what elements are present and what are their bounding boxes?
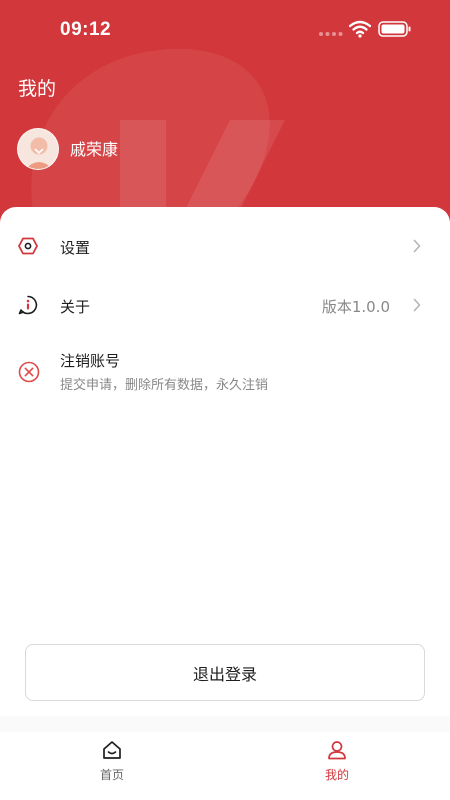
close-circle-icon [18, 361, 40, 383]
menu-item-subtitle: 提交申请，删除所有数据，永久注销 [60, 378, 269, 393]
user-name: 戚荣康 [70, 140, 119, 159]
status-time: 09:12 [60, 19, 112, 40]
tab-home[interactable]: 首页 [52, 732, 172, 800]
home-icon [103, 741, 121, 759]
menu-item-label: 关于 [60, 298, 91, 316]
menu-item-label: 注销账号 [60, 352, 121, 370]
avatar[interactable] [17, 128, 59, 170]
tab-mine[interactable]: 我的 [277, 732, 397, 800]
tab-label: 首页 [99, 768, 124, 782]
settings-icon [18, 237, 38, 255]
user-icon [328, 741, 346, 760]
info-icon [18, 295, 38, 315]
logout-button[interactable]: 退出登录 [25, 644, 425, 701]
menu-item-about[interactable]: 关于 版本1.0.0 [0, 274, 450, 336]
signal-icon [319, 32, 343, 36]
profile-header: 09:12 我的 戚荣康 [0, 0, 450, 240]
tab-label: 我的 [324, 768, 349, 782]
version-text: 版本1.0.0 [321, 298, 390, 316]
chevron-right-icon [413, 298, 421, 312]
status-bar: 09:12 [0, 0, 450, 60]
user-avatar-icon [18, 129, 58, 169]
menu-item-label: 设置 [60, 239, 91, 257]
battery-icon [378, 21, 411, 37]
menu-item-deactivate-account[interactable]: 注销账号 提交申请，删除所有数据，永久注销 [0, 340, 450, 402]
menu-item-settings[interactable]: 设置 [0, 215, 450, 277]
wifi-icon [349, 20, 371, 38]
tab-bar-divider [0, 716, 450, 732]
tab-bar: 首页 我的 [0, 732, 450, 800]
chevron-right-icon [413, 239, 421, 253]
page-title: 我的 [18, 78, 57, 100]
